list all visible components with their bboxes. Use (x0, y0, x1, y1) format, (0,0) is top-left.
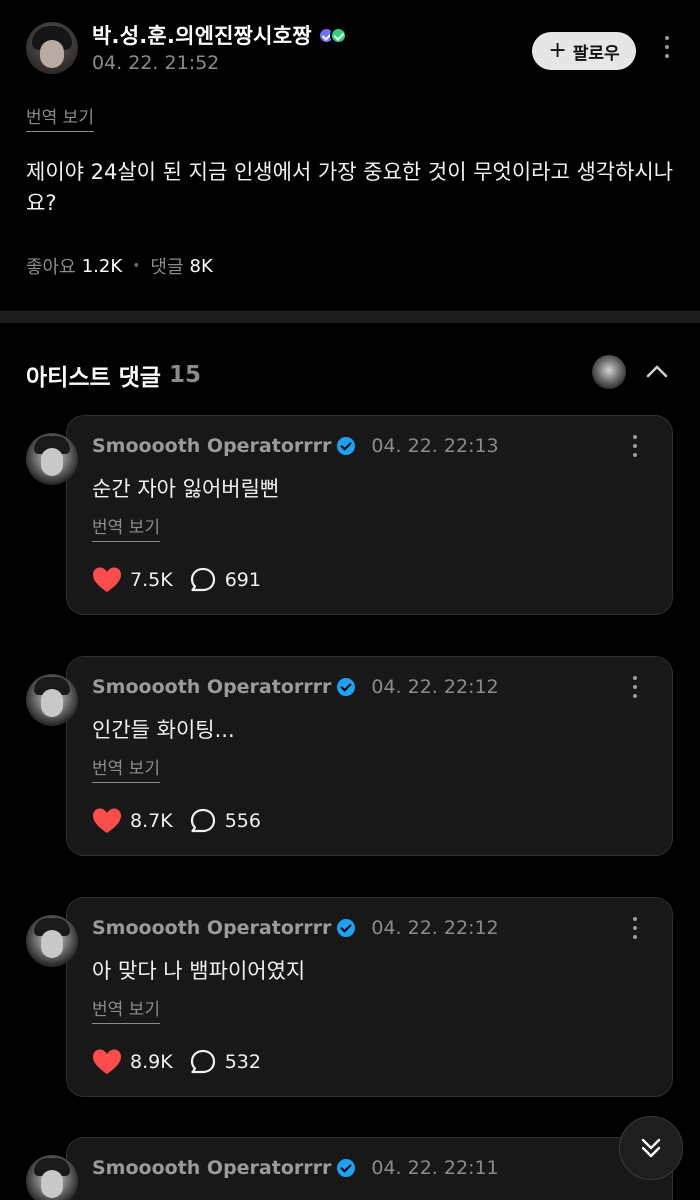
commenter-info: Smooooth Operatorrrr 04. 22. 22:13 (92, 435, 499, 457)
likes-label: 좋아요 (26, 257, 76, 278)
author-name-text[interactable]: 박.성.훈.의엔진짱시호짱 (92, 20, 312, 50)
heart-icon[interactable] (92, 566, 122, 594)
verified-icon (337, 919, 356, 937)
more-options-icon[interactable] (630, 676, 640, 700)
double-chevron-down-icon (641, 1138, 661, 1158)
post-time: 04. 22. 21:52 (92, 52, 220, 74)
post-body: 제이야 24살이 된 지금 인생에서 가장 중요한 것이 무엇이라고 생각하시나… (26, 160, 674, 215)
likes-count: 1.2K (81, 255, 123, 277)
comment-time: 04. 22. 22:13 (371, 435, 499, 457)
comment-text: 인간들 화이팅... (92, 718, 235, 742)
plus-icon: + (548, 38, 567, 63)
artist-avatar[interactable] (592, 355, 626, 389)
replies-count: 691 (224, 569, 261, 591)
comment-time: 04. 22. 22:11 (371, 1157, 499, 1179)
post: 박.성.훈.의엔진짱시호짱 04. 22. 21:52 + 팔로우 번역 보기 … (0, 0, 700, 310)
likes-count: 7.5K (130, 569, 173, 591)
replies-count: 532 (224, 1051, 261, 1073)
comment-bubble-icon[interactable] (189, 566, 217, 594)
comment-time: 04. 22. 22:12 (371, 917, 499, 939)
section-divider (0, 311, 700, 323)
heart-icon[interactable] (92, 1048, 122, 1076)
separator-dot: • (132, 258, 141, 274)
comment-card: Smooooth Operatorrrr 04. 22. 22:12 인간들 화… (0, 656, 700, 856)
comment-actions: 8.7K 556 (92, 807, 261, 835)
membership-badges-icon (317, 26, 347, 44)
author-avatar[interactable] (26, 22, 78, 74)
comment-card: Smooooth Operatorrrr 04. 22. 22:12 아 맞다 … (0, 897, 700, 1097)
commenter-avatar[interactable] (26, 1155, 78, 1200)
heart-icon[interactable] (92, 807, 122, 835)
more-options-icon[interactable] (630, 917, 640, 941)
comment-actions: 8.9K 532 (92, 1048, 261, 1076)
commenter-name[interactable]: Smooooth Operatorrrr (92, 676, 331, 698)
likes-count: 8.9K (130, 1051, 173, 1073)
commenter-avatar[interactable] (26, 433, 78, 485)
verified-icon (337, 437, 356, 455)
translate-link[interactable]: 번역 보기 (92, 995, 160, 1024)
commenter-avatar[interactable] (26, 674, 78, 726)
more-options-icon[interactable] (630, 435, 640, 459)
scroll-down-button[interactable] (619, 1116, 683, 1180)
chevron-up-icon[interactable] (645, 363, 669, 379)
commenter-name[interactable]: Smooooth Operatorrrr (92, 1157, 331, 1179)
translate-link[interactable]: 번역 보기 (26, 103, 94, 132)
likes-count: 8.7K (130, 810, 173, 832)
comment-time: 04. 22. 22:12 (371, 676, 499, 698)
verified-icon (337, 1159, 356, 1177)
author-name[interactable]: 박.성.훈.의엔진짱시호짱 (92, 20, 347, 50)
comment-card: Smooooth Operatorrrr 04. 22. 22:11 (0, 1137, 700, 1200)
comment-actions: 7.5K 691 (92, 566, 261, 594)
comment-text: 아 맞다 나 뱀파이어였지 (92, 959, 306, 983)
verified-icon (337, 678, 356, 696)
comment-card: Smooooth Operatorrrr 04. 22. 22:13 순간 자아… (0, 415, 700, 615)
artist-comments-title-text: 아티스트 댓글 (26, 365, 161, 391)
artist-comments-count: 15 (168, 362, 201, 388)
artist-comments-title: 아티스트 댓글 15 (26, 358, 201, 392)
follow-button[interactable]: + 팔로우 (532, 32, 636, 70)
comments-count: 8K (189, 255, 213, 277)
commenter-name[interactable]: Smooooth Operatorrrr (92, 435, 331, 457)
comment-text: 순간 자아 잃어버릴뻔 (92, 477, 280, 501)
commenter-name[interactable]: Smooooth Operatorrrr (92, 917, 331, 939)
comments-label: 댓글 (150, 257, 184, 278)
commenter-info: Smooooth Operatorrrr 04. 22. 22:12 (92, 676, 499, 698)
more-options-icon[interactable] (660, 36, 674, 68)
comment-bubble-icon[interactable] (189, 807, 217, 835)
post-stats: 좋아요 1.2K • 댓글 8K (26, 253, 213, 279)
commenter-info: Smooooth Operatorrrr 04. 22. 22:11 (92, 1157, 499, 1179)
follow-label: 팔로우 (572, 43, 620, 64)
commenter-info: Smooooth Operatorrrr 04. 22. 22:12 (92, 917, 499, 939)
translate-link[interactable]: 번역 보기 (92, 513, 160, 542)
comment-bubble-icon[interactable] (189, 1048, 217, 1076)
translate-link[interactable]: 번역 보기 (92, 754, 160, 783)
replies-count: 556 (224, 810, 261, 832)
commenter-avatar[interactable] (26, 915, 78, 967)
